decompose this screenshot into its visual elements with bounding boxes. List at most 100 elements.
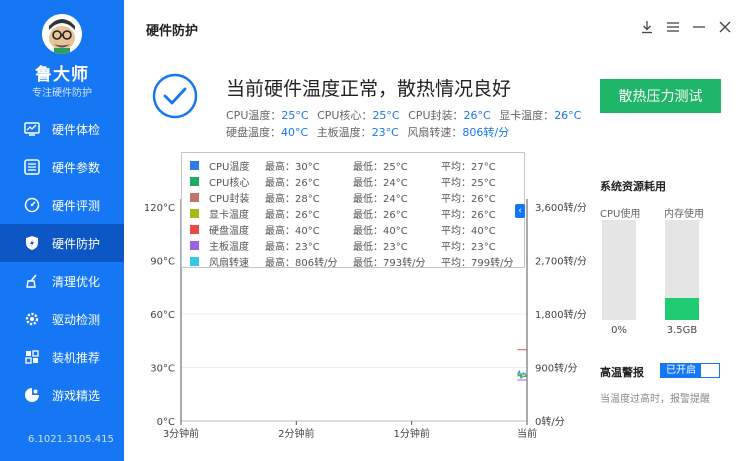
sidebar-item-hardware-checkup[interactable]: 硬件体检	[0, 110, 124, 148]
legend-series-name: 风扇转速	[209, 257, 249, 269]
legend-series-name: 硬盘温度	[209, 225, 249, 237]
x-tick-label: 1分钟前	[393, 427, 429, 440]
memory-usage-value: 3.5GB	[666, 325, 698, 336]
cpu-temp-value: 25°C	[281, 109, 309, 122]
legend-swatch	[190, 208, 199, 218]
minimize-icon[interactable]	[692, 20, 706, 34]
legend-max: 最高：23°C	[265, 241, 320, 253]
sidebar-item-build-recommend[interactable]: 装机推荐	[0, 338, 124, 376]
legend-swatch	[190, 160, 199, 170]
cpu-core-value: 25°C	[372, 109, 400, 122]
sidebar-item-hardware-params[interactable]: 硬件参数	[0, 148, 124, 186]
legend-min: 最低：26°C	[353, 209, 408, 221]
legend-swatch	[190, 176, 199, 186]
disk-temp-value: 40°C	[281, 126, 309, 139]
gear-icon	[25, 312, 39, 326]
chevron-left-icon: ‹	[518, 206, 522, 216]
y-left-tick-label: 120°C	[144, 203, 175, 214]
sidebar-item-label: 装机推荐	[52, 350, 101, 365]
legend-avg: 平均：26°C	[441, 209, 496, 221]
high-temp-alarm-label: 高温警报	[600, 366, 644, 379]
app-subtitle: 专注硬件防护	[32, 88, 92, 99]
x-tick-label: 当前	[517, 427, 537, 440]
y-left-tick-label: 60°C	[150, 310, 175, 321]
speedometer-icon	[24, 197, 40, 213]
sidebar-item-label: 游戏精选	[52, 388, 101, 403]
gpu-temp-label: 显卡温度：	[499, 109, 555, 122]
cpu-core-label: CPU核心：	[317, 109, 373, 122]
legend-series-name: CPU封装	[209, 193, 250, 205]
legend-avg: 平均：25°C	[441, 177, 496, 189]
temperature-readings-line2: 硬盘温度：40°C 主板温度：23°C 风扇转速：806转/分	[226, 124, 514, 140]
y-right-tick-label: 1,800转/分	[535, 308, 586, 321]
sidebar-item-label: 清理优化	[52, 274, 101, 289]
avatar[interactable]	[42, 14, 82, 54]
cpu-usage-value: 0%	[611, 325, 627, 336]
legend-collapse-button[interactable]: ‹	[515, 204, 525, 218]
legend-row: 风扇转速 最高：806转/分 最低：793转/分 平均：799转/分	[190, 253, 524, 269]
sidebar-item-label: 硬件评测	[52, 198, 101, 213]
high-temp-alarm-toggle[interactable]: 已开启	[660, 363, 720, 378]
sidebar-item-cleanup[interactable]: 清理优化	[0, 262, 124, 300]
sidebar-item-label: 硬件参数	[52, 160, 101, 175]
legend-row: CPU温度 最高：30°C 最低：25°C 平均：27°C	[190, 157, 524, 173]
sidebar-item-driver-check[interactable]: 驱动检测	[0, 300, 124, 338]
shield-bolt-icon	[26, 236, 38, 250]
gamepad-icon	[25, 388, 39, 402]
legend-max: 最高：28°C	[265, 193, 320, 205]
monitor-icon	[24, 122, 40, 136]
fan-speed-value: 806转/分	[462, 126, 510, 139]
memory-usage-fill	[665, 298, 699, 320]
legend-min: 最低：23°C	[353, 241, 408, 253]
app-version: 6.1021.3105.415	[28, 434, 114, 445]
cooling-stress-test-button[interactable]: 散热压力测试	[600, 79, 721, 113]
broom-icon	[26, 274, 37, 288]
fan-speed-label: 风扇转速：	[407, 126, 463, 139]
legend-swatch	[190, 224, 199, 234]
sidebar: 鲁大师 专注硬件防护 硬件体检 硬件参数 硬件评测 硬件防护 清理优化 驱动检测	[0, 0, 124, 461]
legend-max: 最高：26°C	[265, 177, 320, 189]
sidebar-item-games[interactable]: 游戏精选	[0, 376, 124, 414]
legend-min: 最低：24°C	[353, 177, 408, 189]
board-temp-value: 23°C	[371, 126, 399, 139]
legend-min: 最低：24°C	[353, 193, 408, 205]
sidebar-item-label: 硬件体检	[52, 122, 101, 137]
chart-legend: CPU温度 最高：30°C 最低：25°C 平均：27°C CPU核心 最高：26°C 最低…	[181, 152, 525, 269]
legend-min: 最低：25°C	[353, 161, 408, 173]
close-icon[interactable]	[718, 20, 732, 34]
legend-avg: 平均：27°C	[441, 161, 496, 173]
app-name: 鲁大师	[35, 65, 89, 85]
legend-swatch	[190, 256, 199, 266]
x-tick-label: 2分钟前	[278, 427, 314, 440]
menu-icon[interactable]	[666, 20, 680, 34]
cpu-usage-label: CPU使用	[600, 209, 641, 220]
y-left-tick-label: 0°C	[157, 417, 175, 428]
cpu-usage-bar	[602, 220, 636, 320]
temperature-readings-line1: CPU温度：25°C CPU核心：25°C CPU封装：26°C 显卡温度：26…	[226, 107, 586, 123]
legend-avg: 平均：40°C	[441, 225, 496, 237]
sidebar-item-hardware-protection[interactable]: 硬件防护	[0, 224, 124, 262]
y-right-tick-label: 900转/分	[535, 362, 577, 375]
mascot-logo-icon	[42, 14, 82, 54]
cpu-temp-label: CPU温度：	[226, 109, 282, 122]
legend-series-name: CPU温度	[209, 161, 250, 173]
cpu-package-value: 26°C	[463, 109, 491, 122]
legend-row: CPU核心 最高：26°C 最低：24°C 平均：25°C	[190, 173, 524, 189]
legend-row: 主板温度 最高：23°C 最低：23°C 平均：23°C	[190, 237, 524, 253]
resource-usage-title: 系统资源耗用	[600, 180, 666, 193]
legend-series-name: 主板温度	[209, 241, 249, 253]
sliders-icon	[24, 159, 40, 175]
gpu-temp-value: 26°C	[554, 109, 582, 122]
legend-max: 最高：26°C	[265, 209, 320, 221]
legend-row: CPU封装 最高：28°C 最低：24°C 平均：26°C	[190, 189, 524, 205]
legend-swatch	[190, 192, 199, 202]
y-right-tick-label: 3,600转/分	[535, 201, 586, 214]
alarm-note: 当温度过高时，报警提醒	[600, 394, 710, 405]
legend-max: 最高：30°C	[265, 161, 320, 173]
cpu-package-label: CPU封装：	[408, 109, 464, 122]
download-icon[interactable]	[640, 20, 654, 34]
checkmark-circle-icon	[152, 73, 198, 119]
sidebar-item-hardware-benchmark[interactable]: 硬件评测	[0, 186, 124, 224]
legend-row: 显卡温度 最高：26°C 最低：26°C 平均：26°C	[190, 205, 524, 221]
y-left-tick-label: 90°C	[150, 257, 175, 268]
